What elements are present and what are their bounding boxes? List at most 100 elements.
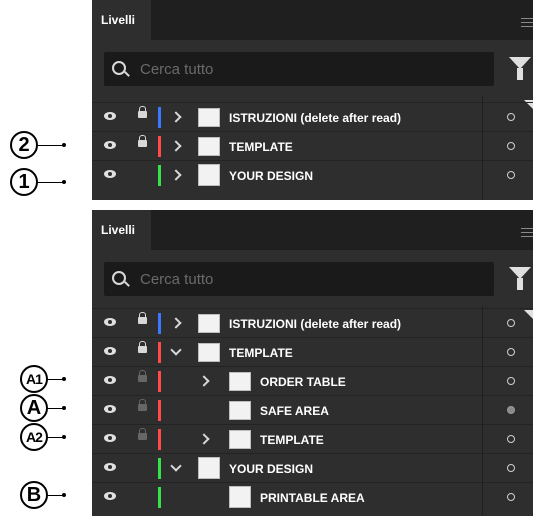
layer-row-istruzioni[interactable]: ISTRUZIONI (delete after read): [92, 102, 533, 132]
eye-icon[interactable]: [104, 347, 116, 355]
sublayer-row-printable-area[interactable]: PRINTABLE AREA: [92, 482, 533, 512]
target-circle-icon[interactable]: [507, 171, 515, 179]
layer-thumbnail: [198, 343, 220, 362]
layer-thumbnail: [198, 164, 220, 186]
layer-color-bar: [158, 342, 161, 363]
tab-livelli[interactable]: Livelli: [92, 0, 151, 40]
eye-icon[interactable]: [104, 434, 116, 442]
search-input[interactable]: [140, 262, 480, 296]
callout-a1: A1: [20, 365, 48, 393]
panel-tabbar: Livelli: [92, 0, 533, 40]
sublayer-row-template[interactable]: TEMPLATE: [92, 424, 533, 454]
layer-label: TEMPLATE: [260, 433, 324, 447]
layer-label: ISTRUZIONI (delete after read): [229, 111, 402, 125]
layer-label: ORDER TABLE: [260, 375, 346, 389]
layer-thumbnail: [229, 486, 251, 508]
lock-icon: [138, 399, 147, 411]
target-circle-icon[interactable]: [507, 319, 515, 327]
eye-icon[interactable]: [104, 376, 116, 384]
search-field[interactable]: [104, 52, 494, 86]
panel-menu-icon[interactable]: [521, 18, 533, 27]
search-field[interactable]: [104, 262, 494, 296]
layer-thumbnail: [229, 430, 251, 449]
search-icon: [112, 271, 126, 285]
layer-label: TEMPLATE: [229, 140, 293, 154]
callout-1: 1: [10, 168, 38, 196]
callout-leader-line: [48, 377, 66, 381]
target-circle-icon[interactable]: [507, 113, 515, 121]
layer-label: PRINTABLE AREA: [260, 491, 365, 505]
layer-label: ISTRUZIONI (delete after read): [229, 317, 402, 331]
eye-icon[interactable]: [104, 492, 116, 500]
search-icon: [112, 61, 126, 75]
callout-leader-line: [48, 406, 66, 410]
callout-a: A: [20, 394, 48, 422]
layer-thumbnail: [198, 314, 220, 333]
layer-thumbnail: [229, 372, 251, 391]
layer-thumbnail: [198, 457, 220, 479]
eye-icon[interactable]: [104, 170, 116, 178]
chevron-right-icon[interactable]: [170, 317, 182, 329]
callout-leader-line: [38, 180, 66, 184]
layer-row-template[interactable]: TEMPLATE: [92, 337, 533, 367]
layer-color-bar: [158, 429, 161, 450]
target-circle-icon[interactable]: [507, 348, 515, 356]
chevron-right-icon[interactable]: [170, 111, 182, 123]
eye-icon[interactable]: [104, 141, 116, 149]
sublayer-row-order-table[interactable]: ORDER TABLE: [92, 366, 533, 396]
layer-thumbnail: [229, 401, 251, 420]
chevron-right-icon[interactable]: [198, 433, 210, 445]
callout-leader-line: [48, 435, 66, 439]
layer-label: YOUR DESIGN: [229, 169, 314, 183]
layer-color-bar: [158, 371, 161, 392]
lock-icon: [138, 428, 147, 440]
layer-row-your-design[interactable]: YOUR DESIGN: [92, 453, 533, 483]
lock-icon[interactable]: [138, 341, 147, 353]
eye-icon[interactable]: [104, 463, 116, 471]
layer-row-template[interactable]: TEMPLATE: [92, 131, 533, 161]
target-circle-icon[interactable]: [507, 377, 515, 385]
tab-livelli[interactable]: Livelli: [92, 210, 151, 250]
panel-menu-icon[interactable]: [521, 228, 533, 237]
target-circle-icon[interactable]: [507, 464, 515, 472]
target-circle-icon[interactable]: [507, 406, 515, 414]
layer-color-bar: [158, 487, 161, 508]
chevron-down-icon[interactable]: [170, 344, 182, 356]
layers-panel-bottom: Livelli ISTRUZIONI (delete after read) T…: [92, 210, 533, 516]
layer-thumbnail: [198, 108, 220, 127]
layer-color-bar: [158, 313, 161, 334]
target-circle-icon[interactable]: [507, 142, 515, 150]
chevron-right-icon[interactable]: [198, 375, 210, 387]
layer-label: TEMPLATE: [229, 346, 293, 360]
chevron-right-icon[interactable]: [170, 140, 182, 152]
layers-panel-top: Livelli ISTRUZIONI (delete after read) T…: [92, 0, 533, 200]
lock-icon[interactable]: [138, 106, 147, 118]
callout-a2: A2: [20, 423, 48, 451]
chevron-right-icon[interactable]: [170, 169, 182, 181]
callout-2: 2: [10, 131, 38, 159]
eye-icon[interactable]: [104, 318, 116, 326]
funnel-icon[interactable]: [509, 267, 531, 290]
sublayer-row-safe-area[interactable]: SAFE AREA: [92, 395, 533, 425]
target-circle-icon[interactable]: [507, 493, 515, 501]
layer-color-bar: [158, 165, 161, 186]
layer-row-your-design[interactable]: YOUR DESIGN: [92, 160, 533, 190]
layer-label: SAFE AREA: [260, 404, 329, 418]
eye-icon[interactable]: [104, 405, 116, 413]
layer-color-bar: [158, 458, 161, 479]
eye-icon[interactable]: [104, 112, 116, 120]
layer-color-bar: [158, 400, 161, 421]
layer-thumbnail: [198, 137, 220, 156]
chevron-down-icon[interactable]: [170, 460, 182, 472]
funnel-icon[interactable]: [509, 57, 531, 80]
lock-icon: [138, 370, 147, 382]
lock-icon[interactable]: [138, 135, 147, 147]
layer-color-bar: [158, 107, 161, 128]
layer-color-bar: [158, 136, 161, 157]
layer-row-istruzioni[interactable]: ISTRUZIONI (delete after read): [92, 308, 533, 338]
callout-b: B: [20, 481, 48, 509]
search-input[interactable]: [140, 52, 480, 86]
target-circle-icon[interactable]: [507, 435, 515, 443]
lock-icon[interactable]: [138, 312, 147, 324]
panel-tabbar: Livelli: [92, 210, 533, 250]
